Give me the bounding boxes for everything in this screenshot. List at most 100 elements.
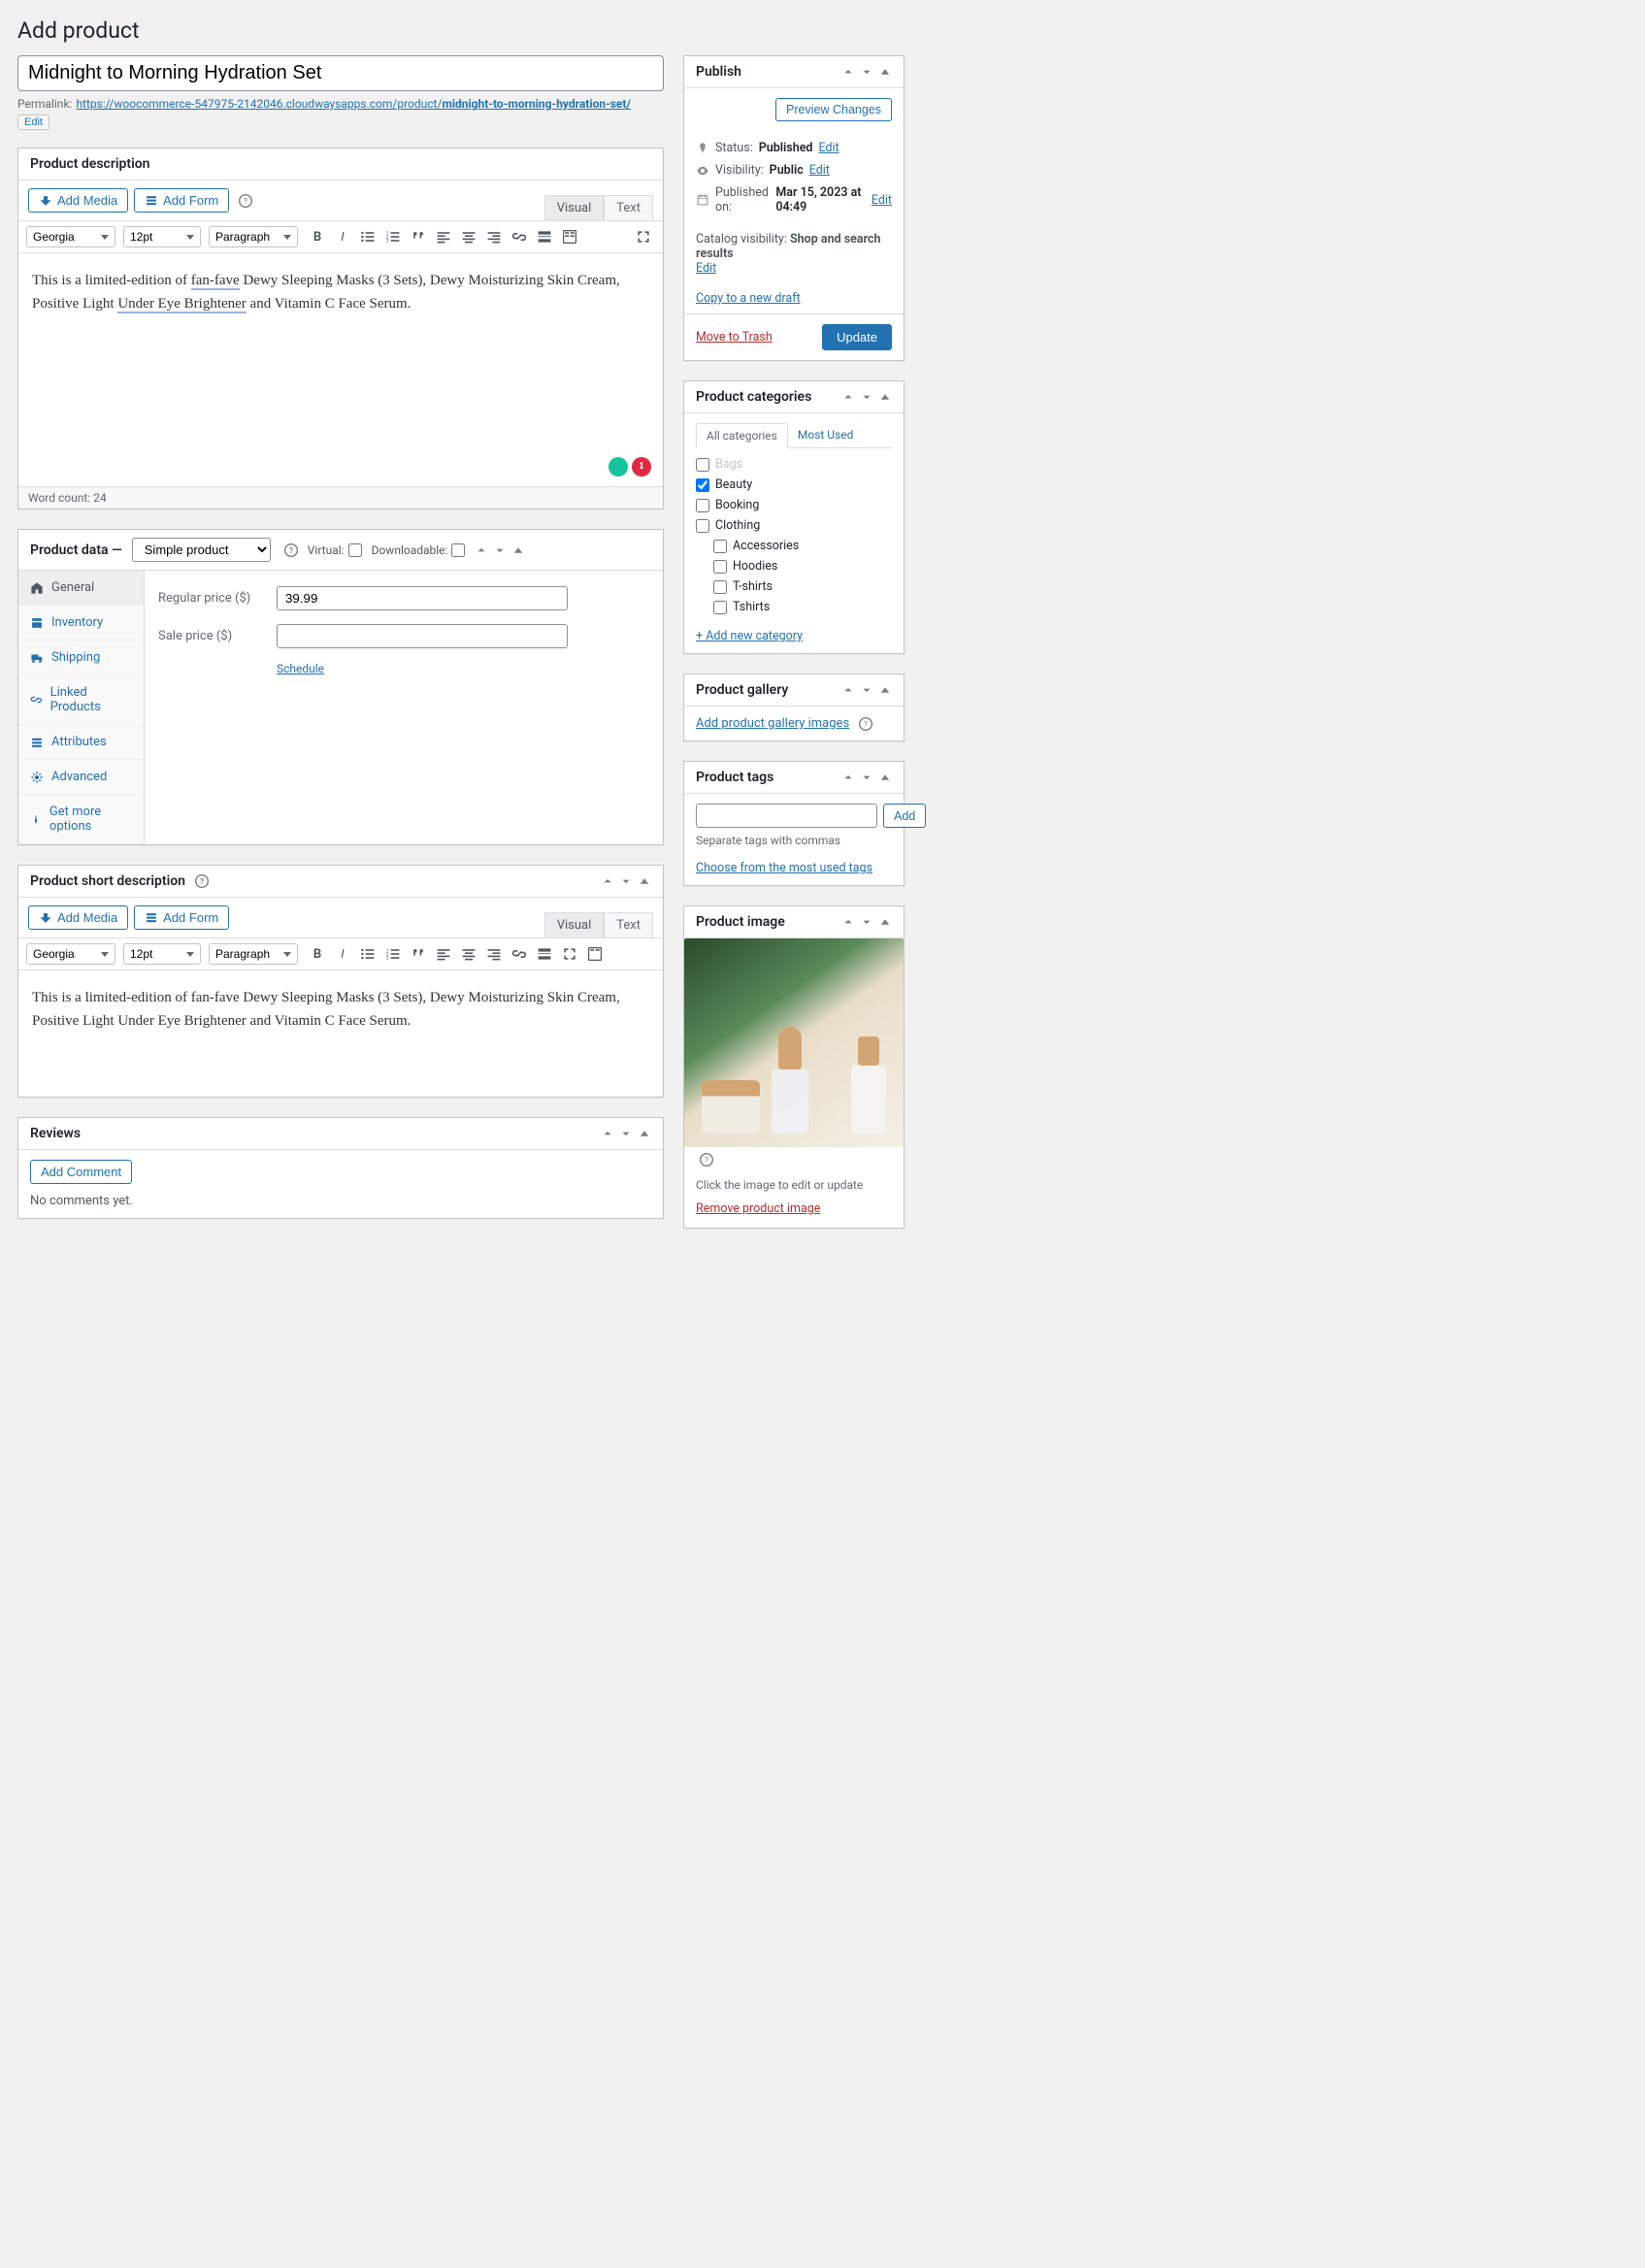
add-form-button[interactable]: Add Form — [134, 905, 229, 930]
help-icon[interactable]: ? — [859, 717, 872, 731]
chevron-up-icon[interactable] — [841, 65, 855, 79]
virtual-checkbox[interactable]: Virtual: — [308, 543, 362, 557]
cat-tab-most-used[interactable]: Most Used — [788, 423, 864, 447]
preview-changes-button[interactable]: Preview Changes — [775, 98, 892, 121]
font-select[interactable]: Georgia — [26, 226, 115, 247]
caret-up-icon[interactable] — [878, 915, 892, 929]
visual-tab[interactable]: Visual — [544, 195, 605, 220]
chevron-down-icon[interactable] — [860, 915, 873, 929]
cat-tab-all[interactable]: All categories — [696, 423, 788, 448]
permalink-link[interactable]: https://woocommerce-547975-2142046.cloud… — [76, 97, 630, 111]
category-list[interactable]: BagsBeautyBookingClothingAccessoriesHood… — [696, 454, 892, 619]
category-item[interactable]: Beauty — [696, 475, 888, 495]
help-icon[interactable]: ? — [195, 874, 209, 888]
toolbar-toggle-icon[interactable] — [558, 225, 581, 248]
bold-icon[interactable]: B — [306, 225, 329, 248]
align-left-icon[interactable] — [432, 942, 455, 966]
chevron-down-icon[interactable] — [860, 683, 873, 697]
category-item[interactable]: Booking — [696, 495, 888, 515]
move-to-trash-link[interactable]: Move to Trash — [696, 330, 773, 345]
category-item[interactable]: Accessories — [696, 536, 888, 556]
align-left-icon[interactable] — [432, 225, 455, 248]
tab-general[interactable]: General — [18, 571, 144, 606]
tab-shipping[interactable]: Shipping — [18, 641, 144, 675]
update-button[interactable]: Update — [822, 324, 892, 350]
add-comment-button[interactable]: Add Comment — [30, 1160, 132, 1184]
chevron-down-icon[interactable] — [493, 543, 507, 557]
sale-price-input[interactable] — [277, 624, 568, 648]
product-title-input[interactable] — [17, 55, 664, 91]
grammarly-badge[interactable]: 1 — [609, 457, 651, 477]
format-select[interactable]: Paragraph — [209, 226, 298, 247]
quote-icon[interactable] — [407, 942, 430, 966]
tag-input[interactable] — [696, 804, 877, 828]
product-image-thumbnail[interactable] — [684, 938, 904, 1147]
downloadable-checkbox[interactable]: Downloadable: — [372, 543, 466, 557]
category-item[interactable]: Hoodies — [696, 556, 888, 576]
caret-up-icon[interactable] — [638, 874, 651, 888]
chevron-down-icon[interactable] — [619, 1127, 633, 1140]
published-edit-link[interactable]: Edit — [872, 193, 892, 208]
chevron-up-icon[interactable] — [601, 874, 614, 888]
add-gallery-link[interactable]: Add product gallery images — [696, 716, 849, 731]
chevron-up-icon[interactable] — [841, 915, 855, 929]
category-item[interactable]: Tshirts — [696, 597, 888, 617]
font-select[interactable]: Georgia — [26, 943, 115, 965]
fullscreen-icon[interactable] — [558, 942, 581, 966]
ol-icon[interactable]: 123 — [381, 225, 405, 248]
chevron-down-icon[interactable] — [860, 65, 873, 79]
help-icon[interactable]: ? — [239, 194, 252, 208]
chevron-up-icon[interactable] — [841, 683, 855, 697]
align-right-icon[interactable] — [482, 225, 506, 248]
choose-tags-link[interactable]: Choose from the most used tags — [696, 861, 892, 875]
chevron-up-icon[interactable] — [475, 543, 488, 557]
help-icon[interactable]: ? — [700, 1153, 713, 1167]
chevron-down-icon[interactable] — [619, 874, 633, 888]
text-tab[interactable]: Text — [604, 195, 653, 220]
chevron-up-icon[interactable] — [841, 771, 855, 784]
category-item[interactable]: Clothing — [696, 515, 888, 536]
tab-get-more[interactable]: Get more options — [18, 795, 144, 844]
align-right-icon[interactable] — [482, 942, 506, 966]
short-description-content[interactable]: This is a limited-edition of fan-fave De… — [18, 970, 663, 1097]
catalog-edit-link[interactable]: Edit — [696, 261, 716, 276]
chevron-down-icon[interactable] — [860, 771, 873, 784]
caret-up-icon[interactable] — [878, 683, 892, 697]
editor-content[interactable]: This is a limited-edition of fan-fave De… — [18, 253, 663, 486]
visual-tab[interactable]: Visual — [544, 912, 605, 937]
bold-icon[interactable]: B — [306, 942, 329, 966]
link-icon[interactable] — [508, 225, 531, 248]
regular-price-input[interactable] — [277, 586, 568, 610]
category-item[interactable]: T-shirts — [696, 576, 888, 597]
chevron-down-icon[interactable] — [860, 390, 873, 404]
caret-up-icon[interactable] — [878, 65, 892, 79]
align-center-icon[interactable] — [457, 942, 480, 966]
tab-linked-products[interactable]: Linked Products — [18, 675, 144, 725]
add-category-link[interactable]: + Add new category — [696, 629, 892, 643]
chevron-up-icon[interactable] — [601, 1127, 614, 1140]
caret-up-icon[interactable] — [511, 543, 525, 557]
ul-icon[interactable] — [356, 225, 379, 248]
ul-icon[interactable] — [356, 942, 379, 966]
category-item[interactable]: Bags — [696, 454, 888, 475]
help-icon[interactable]: ? — [284, 543, 298, 557]
caret-up-icon[interactable] — [638, 1127, 651, 1140]
fullscreen-icon[interactable] — [632, 225, 655, 248]
caret-up-icon[interactable] — [878, 390, 892, 404]
category-item[interactable]: Cooking — [696, 617, 888, 619]
ol-icon[interactable]: 123 — [381, 942, 405, 966]
tab-attributes[interactable]: Attributes — [18, 725, 144, 760]
visibility-edit-link[interactable]: Edit — [809, 163, 830, 178]
align-center-icon[interactable] — [457, 225, 480, 248]
status-edit-link[interactable]: Edit — [818, 141, 839, 155]
caret-up-icon[interactable] — [878, 771, 892, 784]
format-select[interactable]: Paragraph — [209, 943, 298, 965]
copy-draft-link[interactable]: Copy to a new draft — [696, 291, 892, 306]
read-more-icon[interactable] — [533, 942, 556, 966]
remove-image-link[interactable]: Remove product image — [696, 1201, 820, 1216]
italic-icon[interactable]: I — [331, 942, 354, 966]
product-type-select[interactable]: Simple product — [132, 538, 271, 562]
tab-inventory[interactable]: Inventory — [18, 606, 144, 641]
read-more-icon[interactable] — [533, 225, 556, 248]
link-icon[interactable] — [508, 942, 531, 966]
